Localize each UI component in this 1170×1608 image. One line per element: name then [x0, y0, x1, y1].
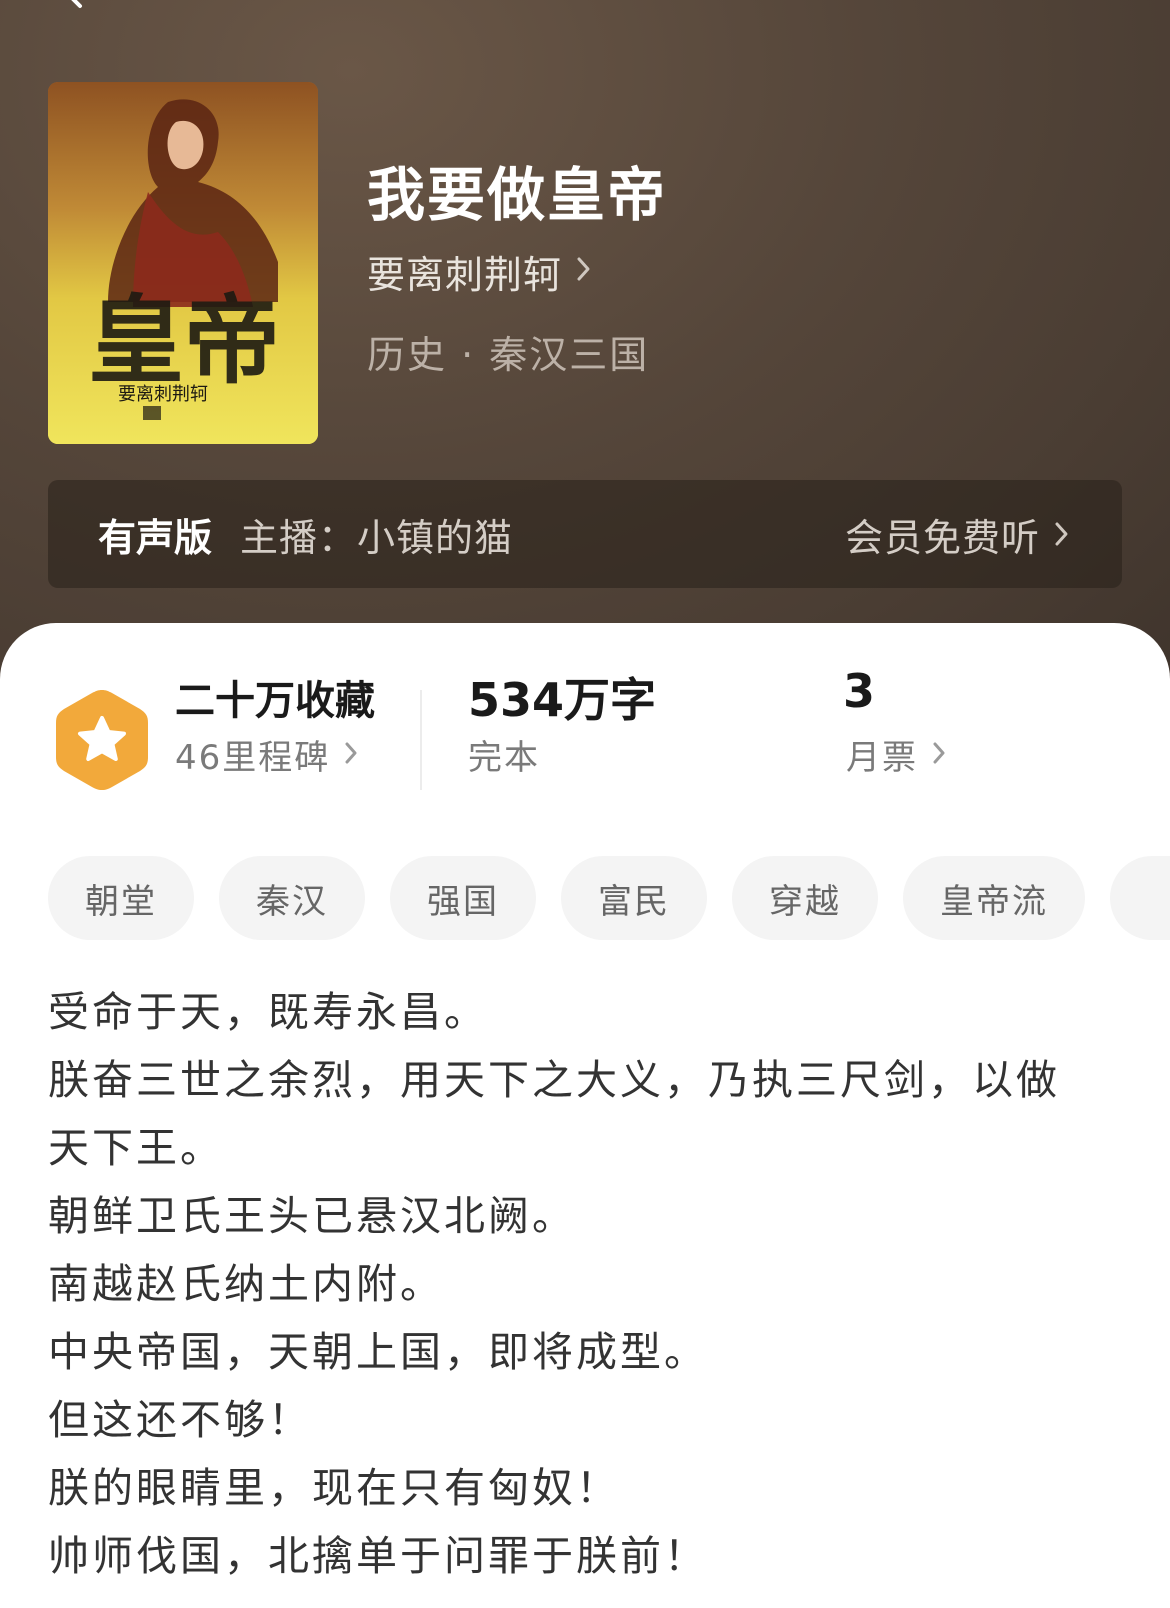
- synopsis-line: 南越赵氏纳土内附。: [48, 1260, 444, 1308]
- tag-chip[interactable]: 秦汉: [219, 856, 365, 940]
- synopsis-line: 朕奋三世之余烈，用天下之大义，乃执三尺剑，以做: [48, 1056, 1060, 1104]
- tag-chip[interactable]: 朝堂: [48, 856, 194, 940]
- monthly-votes-link[interactable]: 月票: [846, 730, 946, 778]
- milestones-label: 46里程碑: [175, 737, 331, 778]
- chevron-right-icon: [344, 734, 358, 774]
- tag-chip-overflow[interactable]: [1110, 856, 1170, 940]
- completion-status: 完本: [468, 737, 540, 778]
- chevron-right-icon: [576, 256, 592, 286]
- monthly-votes-count: 3: [843, 664, 876, 718]
- synopsis-line: 中央帝国，天朝上国，即将成型。: [48, 1328, 708, 1376]
- synopsis-line: 天下王。: [48, 1124, 224, 1172]
- author-name: 要离刺荆轲: [367, 252, 563, 297]
- listen-free-label: 会员免费听: [844, 515, 1040, 560]
- synopsis-line: 朝鲜卫氏王头已悬汉北阙。: [48, 1192, 576, 1240]
- svg-text:皇帝: 皇帝: [88, 284, 280, 397]
- monthly-votes-label: 月票: [846, 737, 918, 778]
- chevron-right-icon: [932, 734, 946, 774]
- synopsis-line: 受命于天，既寿永昌。: [48, 988, 488, 1036]
- book-header: 皇帝 要离刺荆轲 我要做皇帝 要离刺荆轲 历史 · 秦汉三国 有声版 主播：小镇…: [0, 0, 1170, 700]
- back-chevron-icon[interactable]: [60, 0, 104, 18]
- milestones-link[interactable]: 46里程碑: [175, 730, 358, 778]
- audio-host: 主播：小镇的猫: [240, 515, 514, 560]
- chevron-right-icon: [1054, 512, 1070, 556]
- synopsis-line: 但这还不够！: [48, 1396, 312, 1444]
- word-count: 534万字: [468, 673, 657, 727]
- book-title: 我要做皇帝: [367, 161, 668, 229]
- synopsis-line: 帅师伐国，北擒单于问罪于朕前！: [48, 1532, 708, 1580]
- tag-chip[interactable]: 穿越: [732, 856, 878, 940]
- tag-list: 朝堂 秦汉 强国 富民 穿越 皇帝流: [48, 856, 1170, 942]
- audio-edition-label: 有声版: [98, 515, 213, 560]
- listen-free-button[interactable]: 会员免费听: [845, 480, 1070, 588]
- author-link[interactable]: 要离刺荆轲: [367, 246, 592, 297]
- synopsis: 受命于天，既寿永昌。 朕奋三世之余烈，用天下之大义，乃执三尺剑，以做 天下王。 …: [48, 978, 1138, 1590]
- star-hexagon-icon: [52, 686, 152, 794]
- tag-chip[interactable]: 皇帝流: [903, 856, 1085, 940]
- tag-chip[interactable]: 富民: [561, 856, 707, 940]
- favorites-count: 二十万收藏: [175, 678, 375, 724]
- audio-edition-bar[interactable]: 有声版 主播：小镇的猫 会员免费听: [48, 480, 1122, 588]
- svg-text:要离刺荆轲: 要离刺荆轲: [118, 384, 208, 405]
- stats-divider: [420, 690, 422, 790]
- genre-label[interactable]: 历史 · 秦汉三国: [367, 324, 649, 379]
- synopsis-line: 朕的眼睛里，现在只有匈奴！: [48, 1464, 620, 1512]
- tag-chip[interactable]: 强国: [390, 856, 536, 940]
- book-cover[interactable]: 皇帝 要离刺荆轲: [48, 82, 318, 444]
